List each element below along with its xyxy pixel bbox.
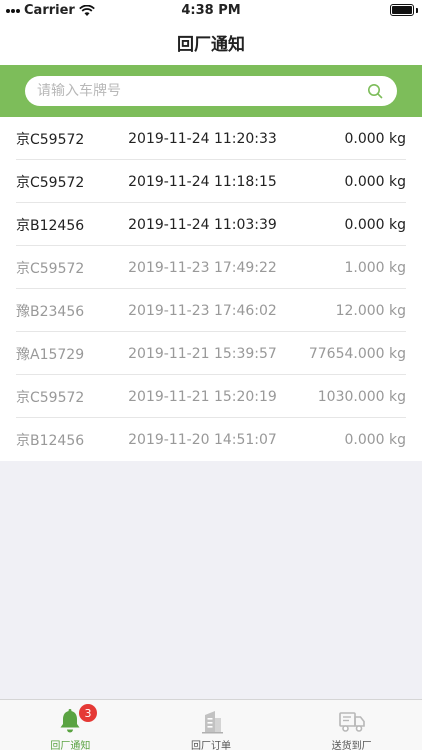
list-item[interactable]: 豫A15729 2019-11-21 15:39:57 77654.000 kg [0, 332, 422, 375]
tab-orders-label: 回厂订单 [191, 741, 231, 750]
list-item[interactable]: 京C59572 2019-11-24 11:20:33 0.000 kg [0, 117, 422, 160]
weight: 1030.000 kg [317, 388, 406, 405]
weight: 0.000 kg [344, 130, 406, 147]
plate-number: 京B12456 [16, 432, 85, 449]
building-icon [196, 706, 226, 736]
weight: 0.000 kg [344, 431, 406, 448]
weight: 0.000 kg [344, 173, 406, 190]
search-band [0, 65, 422, 117]
list-item[interactable]: 京C59572 2019-11-24 11:18:15 0.000 kg [0, 160, 422, 203]
weight: 12.000 kg [335, 302, 406, 319]
list-item[interactable]: 京C59572 2019-11-23 17:49:22 1.000 kg [0, 246, 422, 289]
list-item[interactable]: 京B12456 2019-11-20 14:51:07 0.000 kg [0, 418, 422, 461]
timestamp: 2019-11-21 15:39:57 [128, 345, 277, 362]
tab-notice-label: 回厂通知 [50, 741, 91, 750]
timestamp: 2019-11-20 14:51:07 [128, 431, 277, 448]
tab-delivery[interactable]: 送货到厂 [281, 700, 422, 750]
search-input[interactable] [37, 83, 367, 99]
plate-number: 京B12456 [16, 217, 85, 234]
page-title: 回厂通知 [177, 35, 245, 55]
weight: 1.000 kg [344, 259, 406, 276]
timestamp: 2019-11-24 11:20:33 [128, 130, 277, 147]
battery-cap [416, 8, 418, 13]
notification-badge: 3 [79, 704, 97, 722]
plate-number: 京C59572 [16, 389, 85, 406]
plate-number: 豫B23456 [16, 303, 85, 320]
timestamp: 2019-11-21 15:20:19 [128, 388, 277, 405]
weight: 0.000 kg [344, 216, 406, 233]
weight: 77654.000 kg [308, 345, 406, 362]
timestamp: 2019-11-24 11:03:39 [128, 216, 277, 233]
search-icon[interactable] [367, 83, 383, 99]
notice-list: 京C59572 2019-11-24 11:20:33 0.000 kg 京C5… [0, 117, 422, 461]
list-item[interactable]: 京C59572 2019-11-21 15:20:19 1030.000 kg [0, 375, 422, 418]
tab-bar: 回厂通知 3 回厂订单 送货到厂 [0, 699, 422, 750]
search-box[interactable] [25, 76, 397, 106]
list-item[interactable]: 豫B23456 2019-11-23 17:46:02 12.000 kg [0, 289, 422, 332]
tab-orders[interactable]: 回厂订单 [141, 700, 282, 750]
status-time: 4:38 PM [181, 3, 241, 18]
status-bar: Carrier 4:38 PM [0, 0, 422, 20]
tab-delivery-label: 送货到厂 [331, 741, 372, 750]
truck-icon [337, 706, 367, 736]
tab-notice[interactable]: 回厂通知 3 [0, 700, 141, 750]
timestamp: 2019-11-23 17:49:22 [128, 259, 277, 276]
battery-icon [390, 4, 414, 16]
plate-number: 豫A15729 [16, 346, 85, 363]
nav-bar: 回厂通知 [0, 20, 422, 65]
timestamp: 2019-11-24 11:18:15 [128, 173, 277, 190]
list-item[interactable]: 京B12456 2019-11-24 11:03:39 0.000 kg [0, 203, 422, 246]
plate-number: 京C59572 [16, 174, 85, 191]
plate-number: 京C59572 [16, 260, 85, 277]
plate-number: 京C59572 [16, 131, 85, 148]
timestamp: 2019-11-23 17:46:02 [128, 302, 277, 319]
